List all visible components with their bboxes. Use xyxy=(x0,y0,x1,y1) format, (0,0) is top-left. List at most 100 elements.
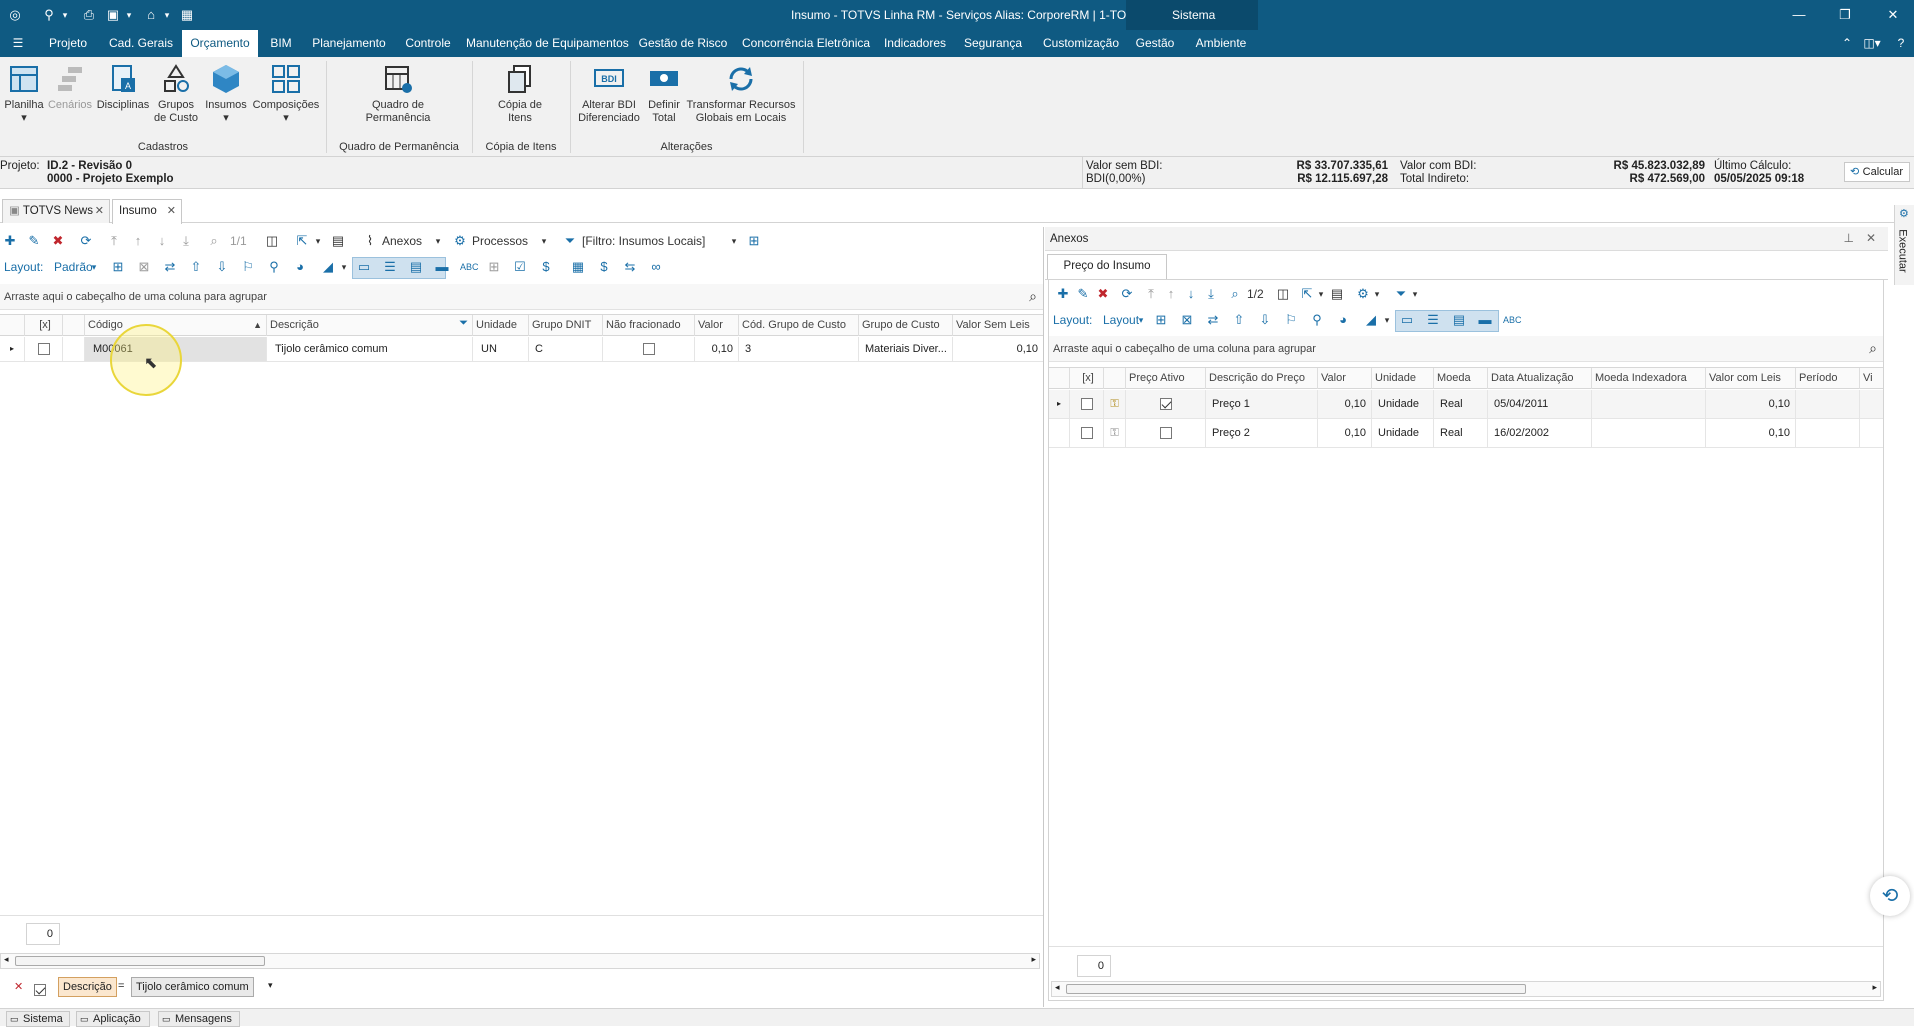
cell-grupo-dnit[interactable]: C xyxy=(528,337,602,361)
spellcheck-icon[interactable]: ABC xyxy=(1503,312,1522,328)
view-footer-icon[interactable]: ▬ xyxy=(434,259,450,275)
pin-icon[interactable]: ⚲ xyxy=(1309,312,1325,328)
remove-row-icon[interactable]: ⊠ xyxy=(136,259,152,275)
close-icon[interactable]: ✕ xyxy=(1884,6,1902,24)
next-icon[interactable]: ↓ xyxy=(1183,286,1199,302)
col-data-atualizacao[interactable]: Data Atualização xyxy=(1487,368,1591,389)
chevron-down-icon[interactable]: ▾ xyxy=(1313,286,1329,302)
chevron-down-icon[interactable]: ▾ xyxy=(158,6,176,24)
help-icon[interactable]: ? xyxy=(1892,30,1910,57)
close-panel-icon[interactable]: ✕ xyxy=(1866,231,1876,245)
menu-indicadores[interactable]: Indicadores xyxy=(878,30,952,57)
filter-button[interactable]: [Filtro: Insumos Locais] xyxy=(582,234,705,248)
search-icon[interactable]: ⌕ xyxy=(1029,288,1037,305)
chart-icon[interactable]: ◢ xyxy=(1363,312,1379,328)
gear-icon[interactable]: ⚙ xyxy=(452,233,468,249)
pin-icon[interactable]: ⊥ xyxy=(1844,231,1854,245)
add-icon[interactable]: ✚ xyxy=(2,233,18,249)
add-row-icon[interactable]: ⊞ xyxy=(110,259,126,275)
row-expand-icon[interactable]: ▸ xyxy=(1049,390,1069,418)
cell-cod-grupo[interactable]: 3 xyxy=(738,337,858,361)
cell-data-atualizacao[interactable]: 16/02/2002 xyxy=(1487,419,1591,447)
col-descricao[interactable]: Descrição ⏷ xyxy=(266,315,472,336)
col-select[interactable]: [x] xyxy=(1069,368,1103,389)
previous-icon[interactable]: ↑ xyxy=(1163,286,1179,302)
col-vi[interactable]: Vi xyxy=(1859,368,1883,389)
status-sistema[interactable]: ▭ Sistema xyxy=(6,1011,70,1027)
calcular-button[interactable]: ⟲ Calcular xyxy=(1844,162,1910,182)
columns-icon[interactable]: ◫ xyxy=(264,233,280,249)
cell-unidade[interactable]: UN xyxy=(472,337,528,361)
layout-icon[interactable]: ◫▾ xyxy=(1860,30,1884,57)
chevron-down-icon[interactable]: ▾ xyxy=(1379,312,1395,328)
cell-data-atualizacao[interactable]: 05/04/2011 xyxy=(1487,390,1591,418)
cell-unidade[interactable]: Unidade xyxy=(1371,419,1433,447)
col-cod-grupo-custo[interactable]: Cód. Grupo de Custo xyxy=(738,315,858,336)
menu-orcamento[interactable]: Orçamento xyxy=(182,30,258,57)
cell-valor-com-leis[interactable]: 0,10 xyxy=(1705,419,1795,447)
move-up-icon[interactable]: ⇧ xyxy=(188,259,204,275)
paint-icon[interactable]: ⚐ xyxy=(1283,312,1299,328)
exchange-icon[interactable]: ⇆ xyxy=(622,259,638,275)
chevron-down-icon[interactable]: ▾ xyxy=(120,6,138,24)
chevron-down-icon[interactable]: ▾ xyxy=(726,233,742,249)
view-double-icon[interactable]: ☰ xyxy=(382,259,398,275)
copia-itens-button[interactable]: Cópia de Itens xyxy=(486,63,554,125)
table-row[interactable]: ▸ ⚿ Preço 1 0,10 Unidade Real 05/04/2011… xyxy=(1049,390,1883,419)
cell-descricao[interactable]: Tijolo cerâmico comum xyxy=(266,337,472,361)
filter-icon[interactable]: ⏷ xyxy=(562,233,578,249)
move-down-icon[interactable]: ⇩ xyxy=(1257,312,1273,328)
col-valor-com-leis[interactable]: Valor com Leis xyxy=(1705,368,1795,389)
last-icon[interactable]: ⤓ xyxy=(1203,286,1219,302)
chevron-down-icon[interactable]: ▾ xyxy=(268,980,273,991)
cell-valor-sem-leis[interactable]: 0,10 xyxy=(952,337,1043,361)
cell-valor[interactable]: 0,10 xyxy=(694,337,738,361)
transformar-recursos-button[interactable]: Transformar Recursos Globais em Locais xyxy=(684,63,798,125)
edit-icon[interactable]: ✎ xyxy=(1075,286,1091,302)
col-unidade[interactable]: Unidade xyxy=(1371,368,1433,389)
tab-preco-insumo[interactable]: Preço do Insumo xyxy=(1047,254,1167,279)
link-icon[interactable]: ∞ xyxy=(648,259,664,275)
table-row[interactable]: ⚿ Preço 2 0,10 Unidade Real 16/02/2002 0… xyxy=(1049,419,1883,448)
col-select[interactable]: [x] xyxy=(24,315,62,336)
menu-planejamento[interactable]: Planejamento xyxy=(310,30,388,57)
chevron-down-icon[interactable]: ▾ xyxy=(536,233,552,249)
col-descricao-preco[interactable]: Descrição do Preço xyxy=(1205,368,1317,389)
cell-grupo[interactable]: Materiais Diver... xyxy=(858,337,952,361)
swap-icon[interactable]: ⇄ xyxy=(162,259,178,275)
restore-icon[interactable]: ❐ xyxy=(1836,6,1854,24)
chat-support-icon[interactable]: ⟲ xyxy=(1870,876,1910,916)
tab-totvs-news[interactable]: ▣ TOTVS News ✕ xyxy=(2,199,110,223)
book-icon[interactable]: ⊞ xyxy=(746,233,762,249)
spellcheck-icon[interactable]: ABC xyxy=(460,259,479,275)
alterar-bdi-button[interactable]: BDI Alterar BDI Diferenciado xyxy=(574,63,644,125)
refresh-icon[interactable]: ⟳ xyxy=(78,233,94,249)
composicoes-button[interactable]: Composições ▾ xyxy=(252,63,320,125)
view-double-icon[interactable]: ☰ xyxy=(1425,312,1441,328)
first-icon[interactable]: ⤒ xyxy=(1143,286,1159,302)
report-icon[interactable]: ▤ xyxy=(1329,286,1345,302)
minimize-icon[interactable]: — xyxy=(1790,6,1808,24)
cell-preco-ativo[interactable] xyxy=(1125,419,1205,447)
processos-button[interactable]: Processos xyxy=(472,234,528,248)
cell-moeda[interactable]: Real xyxy=(1433,390,1487,418)
cenarios-button[interactable]: Cenários xyxy=(46,63,94,112)
clear-filter-icon[interactable]: ✕ xyxy=(14,980,23,993)
print-icon[interactable]: ⎙ xyxy=(80,6,98,24)
row-checkbox[interactable] xyxy=(1069,419,1103,447)
row-checkbox[interactable] xyxy=(24,337,62,361)
move-down-icon[interactable]: ⇩ xyxy=(214,259,230,275)
filter-value[interactable]: Tijolo cerâmico comum xyxy=(131,977,254,997)
menu-manutencao[interactable]: Manutenção de Equipamentos xyxy=(466,30,629,57)
menu-seguranca[interactable]: Segurança xyxy=(962,30,1024,57)
insumos-button[interactable]: Insumos ▾ xyxy=(202,63,250,125)
paperclip-icon[interactable]: ⌇ xyxy=(362,233,378,249)
export-icon[interactable]: ⇱ xyxy=(294,233,310,249)
chevron-down-icon[interactable]: ▾ xyxy=(1133,312,1149,328)
menu-cad-gerais[interactable]: Cad. Gerais xyxy=(104,30,178,57)
grupos-custo-button[interactable]: Grupos de Custo xyxy=(152,63,200,125)
menu-concorrencia[interactable]: Concorrência Eletrônica xyxy=(742,30,870,57)
col-valor[interactable]: Valor xyxy=(694,315,738,336)
anexos-button[interactable]: Anexos xyxy=(382,234,422,248)
col-grupo-custo[interactable]: Grupo de Custo xyxy=(858,315,952,336)
